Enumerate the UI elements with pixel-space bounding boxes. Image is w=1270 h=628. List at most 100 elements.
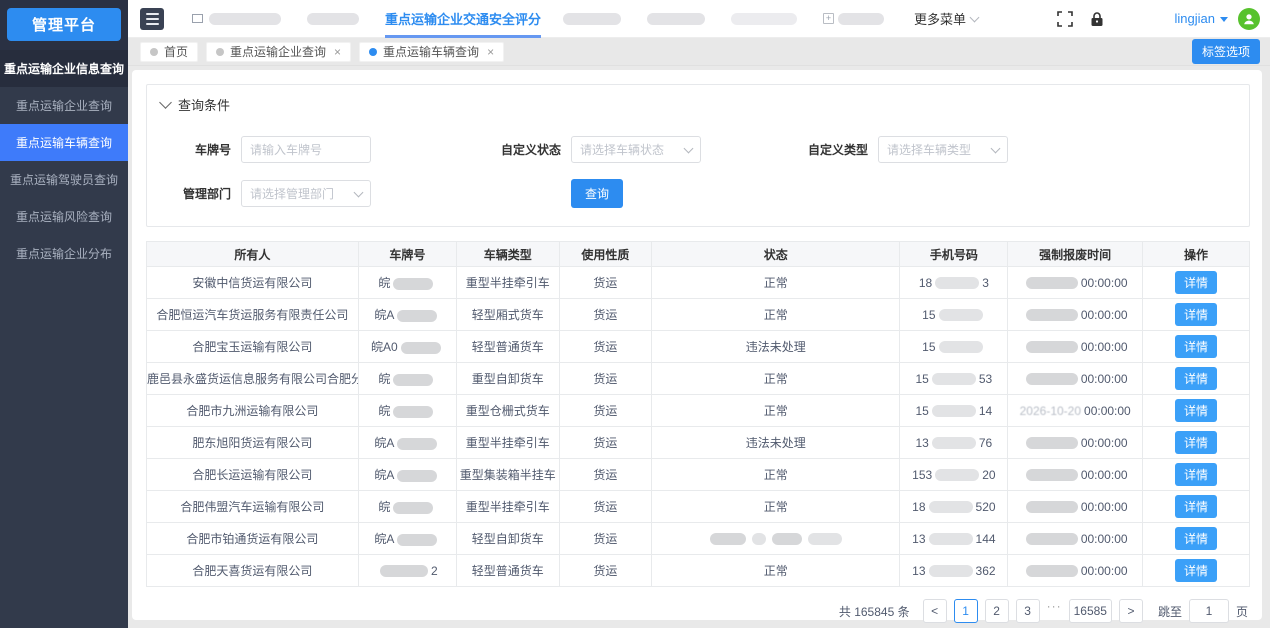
scrap-time-cell: 00:00:00 xyxy=(1008,331,1143,363)
vehicle-type-cell: 重型集装箱半挂车 xyxy=(456,459,559,491)
detail-button[interactable]: 详情 xyxy=(1175,431,1217,454)
fullscreen-icon[interactable] xyxy=(1057,11,1073,27)
prev-page-button[interactable]: < xyxy=(923,599,947,623)
close-icon[interactable]: × xyxy=(334,45,341,59)
usage-cell: 货运 xyxy=(559,523,652,555)
usage-cell: 货运 xyxy=(559,427,652,459)
breadcrumb-tab-1[interactable]: 首页 xyxy=(140,42,198,62)
detail-button[interactable]: 详情 xyxy=(1175,303,1217,326)
tag-options-button[interactable]: 标签选项 xyxy=(1192,39,1260,64)
vehicle-type-cell: 重型仓栅式货车 xyxy=(456,395,559,427)
jump-label: 跳至 xyxy=(1158,603,1182,620)
status-cell: 正常 xyxy=(652,299,900,331)
detail-button[interactable]: 详情 xyxy=(1175,495,1217,518)
table-row: 合肥宝玉运输有限公司皖A0轻型普通货车货运违法未处理1500:00:00详情 xyxy=(147,331,1250,363)
nav-tab-redacted[interactable]: + xyxy=(823,0,884,38)
phone-text: 53 xyxy=(979,372,992,386)
detail-button[interactable]: 详情 xyxy=(1175,335,1217,358)
plate-input[interactable] xyxy=(241,136,371,163)
dept-select[interactable]: 请选择管理部门 xyxy=(241,180,371,207)
page-button-3[interactable]: 3 xyxy=(1016,599,1040,623)
owner-cell: 合肥伟盟汽车运输有限公司 xyxy=(147,491,359,523)
column-header: 车牌号 xyxy=(358,242,456,267)
phone-cell: 1376 xyxy=(900,427,1008,459)
action-cell: 详情 xyxy=(1142,427,1249,459)
next-page-button[interactable]: > xyxy=(1119,599,1143,623)
sidebar-item-2[interactable]: 重点运输车辆查询 xyxy=(0,124,128,161)
scrap-time-cell: 00:00:00 xyxy=(1008,523,1143,555)
query-panel-title: 查询条件 xyxy=(178,95,230,114)
sidebar-item-1[interactable]: 重点运输企业查询 xyxy=(0,87,128,124)
detail-button[interactable]: 详情 xyxy=(1175,399,1217,422)
dept-field-label: 管理部门 xyxy=(161,185,231,202)
plate-text: 皖 xyxy=(378,372,390,386)
redacted-text xyxy=(380,565,428,577)
user-menu[interactable]: lingjian xyxy=(1175,8,1260,30)
table-row: 合肥恒运汽车货运服务有限责任公司皖A轻型厢式货车货运正常1500:00:00详情 xyxy=(147,299,1250,331)
scrap-time-cell: 00:00:00 xyxy=(1008,491,1143,523)
page-button-16585[interactable]: 16585 xyxy=(1069,599,1112,623)
sidebar-item-4[interactable]: 重点运输风险查询 xyxy=(0,198,128,235)
status-select[interactable]: 请选择车辆状态 xyxy=(571,136,701,163)
breadcrumb-tab-2[interactable]: 重点运输企业查询× xyxy=(206,42,351,62)
plate-cell: 皖A xyxy=(358,523,456,555)
table-header-row: 所有人车牌号车辆类型使用性质状态手机号码强制报废时间操作 xyxy=(147,242,1250,267)
nav-tab-redacted[interactable] xyxy=(731,0,797,38)
nav-tab-active[interactable]: 重点运输企业交通安全评分 xyxy=(385,0,541,38)
phone-cell: 13144 xyxy=(900,523,1008,555)
page-button-2[interactable]: 2 xyxy=(985,599,1009,623)
user-name: lingjian xyxy=(1175,11,1215,26)
phone-text: 20 xyxy=(982,468,995,482)
redacted-text xyxy=(307,13,359,25)
menu-toggle-icon[interactable] xyxy=(140,8,164,30)
nav-tab-redacted[interactable] xyxy=(192,0,281,38)
phone-text: 153 xyxy=(912,468,932,482)
sidebar-item-5[interactable]: 重点运输企业分布 xyxy=(0,235,128,272)
table-row: 鹿邑县永盛货运信息服务有限公司合肥分公司皖重型自卸货车货运正常155300:00… xyxy=(147,363,1250,395)
phone-cell: 15 xyxy=(900,331,1008,363)
plate-cell: 皖 xyxy=(358,363,456,395)
more-menu-button[interactable]: 更多菜单 xyxy=(914,9,978,28)
search-button[interactable]: 查询 xyxy=(571,179,623,208)
scrap-time-text: 00:00:00 xyxy=(1081,372,1128,386)
tab-status-dot xyxy=(150,48,158,56)
chevron-down-icon xyxy=(991,143,1001,153)
redacted-text xyxy=(1026,533,1078,545)
vehicle-type-cell: 轻型自卸货车 xyxy=(456,523,559,555)
chevron-down-icon xyxy=(354,187,364,197)
table-row: 合肥天喜货运有限公司2轻型普通货车货运正常1336200:00:00详情 xyxy=(147,555,1250,587)
redacted-text xyxy=(808,533,842,545)
scrap-time-text: 00:00:00 xyxy=(1081,532,1128,546)
detail-button[interactable]: 详情 xyxy=(1175,367,1217,390)
chevron-down-icon xyxy=(159,96,172,109)
nav-tab-redacted[interactable] xyxy=(307,0,359,38)
query-panel-collapse[interactable]: 查询条件 xyxy=(161,95,1235,126)
vehicle-type-cell: 重型半挂牵引车 xyxy=(456,267,559,299)
avatar[interactable] xyxy=(1238,8,1260,30)
close-icon[interactable]: × xyxy=(487,45,494,59)
status-cell: 正常 xyxy=(652,459,900,491)
action-cell: 详情 xyxy=(1142,491,1249,523)
nav-tab-redacted[interactable] xyxy=(647,0,705,38)
plate-text: 2 xyxy=(431,564,438,578)
type-select[interactable]: 请选择车辆类型 xyxy=(878,136,1008,163)
tab-status-dot xyxy=(216,48,224,56)
redacted-text xyxy=(935,469,979,481)
usage-cell: 货运 xyxy=(559,395,652,427)
jump-page-input[interactable] xyxy=(1189,599,1229,623)
breadcrumb-tabbar: 首页重点运输企业查询× 重点运输车辆查询× 标签选项 xyxy=(128,38,1270,66)
nav-tab-redacted[interactable] xyxy=(563,0,621,38)
scrap-time-text: 00:00:00 xyxy=(1084,404,1131,418)
page-button-1[interactable]: 1 xyxy=(954,599,978,623)
sidebar-item-3[interactable]: 重点运输驾驶员查询 xyxy=(0,161,128,198)
detail-button[interactable]: 详情 xyxy=(1175,527,1217,550)
redacted-text xyxy=(397,534,437,546)
breadcrumb-tab-3[interactable]: 重点运输车辆查询× xyxy=(359,42,504,62)
scrap-time-cell: 00:00:00 xyxy=(1008,299,1143,331)
detail-button[interactable]: 详情 xyxy=(1175,463,1217,486)
detail-button[interactable]: 详情 xyxy=(1175,559,1217,582)
lock-icon[interactable] xyxy=(1089,11,1105,27)
detail-button[interactable]: 详情 xyxy=(1175,271,1217,294)
redacted-text xyxy=(209,13,281,25)
redacted-text xyxy=(710,533,746,545)
